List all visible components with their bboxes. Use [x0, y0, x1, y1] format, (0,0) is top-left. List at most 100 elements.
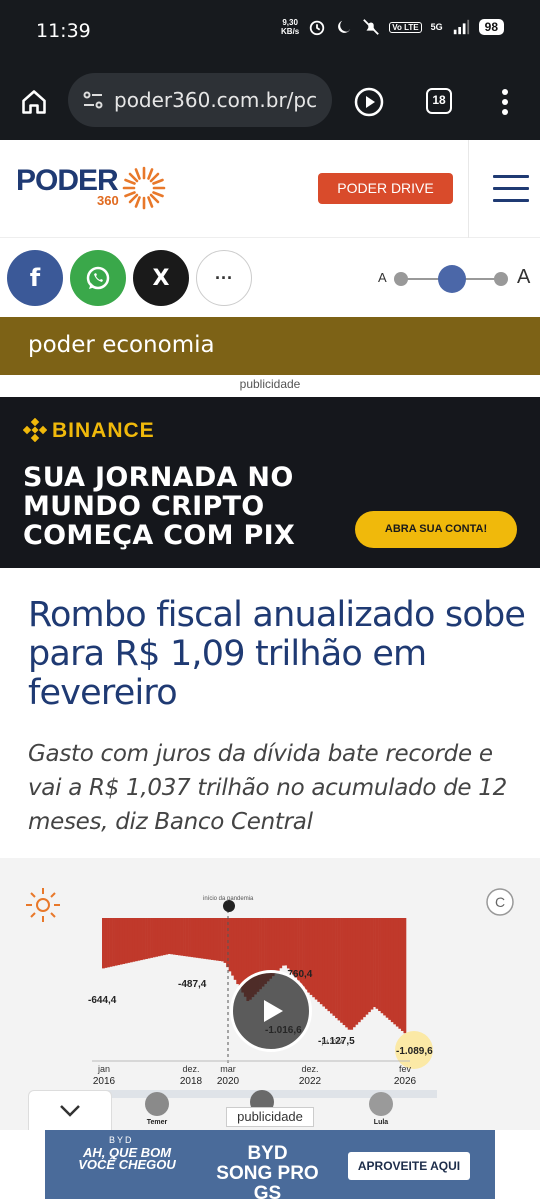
chart-bar — [195, 918, 199, 958]
site-header: PODER 360 PODER DRIVE — [0, 140, 540, 238]
byd-logo: BYD — [109, 1135, 134, 1145]
chart-bar — [185, 918, 189, 957]
chart-bar — [398, 918, 402, 1029]
x-tick-year: 2016 — [93, 1076, 116, 1087]
chart-bar — [393, 918, 397, 1025]
status-icons: 9,30 KB/s Vo LTE 5G 98 — [281, 18, 504, 36]
president-label-lula: Lula — [374, 1119, 388, 1126]
menu-icon[interactable] — [493, 175, 529, 205]
chart-bar — [355, 918, 359, 1025]
status-bar: 11:39 9,30 KB/s Vo LTE 5G 98 — [0, 0, 540, 64]
chart-bar — [183, 918, 186, 957]
chart-bar — [190, 918, 194, 958]
home-icon[interactable] — [20, 88, 48, 116]
x-tick-year: 2018 — [180, 1076, 203, 1087]
chart-bar — [180, 918, 184, 956]
chart-bar — [140, 918, 143, 961]
president-label-temer: Temer — [147, 1119, 168, 1126]
copyright-icon: C — [486, 888, 514, 916]
chart-bar — [129, 918, 133, 963]
slider-thumb[interactable] — [438, 265, 466, 293]
x-tick-month: fev — [399, 1064, 412, 1074]
font-small-label: A — [378, 270, 387, 285]
chart-bar — [104, 918, 108, 968]
collapse-ad-button[interactable] — [28, 1090, 112, 1130]
chart-bar — [157, 918, 161, 957]
section-title[interactable]: poder economia — [0, 317, 540, 375]
chart-bar — [134, 918, 138, 962]
url-text: poder360.com.br/pc — [114, 88, 318, 112]
chart-bar — [395, 918, 399, 1027]
chart-bar — [327, 918, 331, 1012]
font-size-slider[interactable]: A A — [378, 264, 538, 294]
network-type: 5G — [430, 22, 443, 32]
chart-bar — [117, 918, 121, 966]
x-tick-year: 2026 — [394, 1076, 417, 1087]
whatsapp-share-button[interactable] — [70, 250, 126, 306]
binance-ad[interactable]: BINANCE SUA JORNADA NO MUNDO CRIPTO COME… — [0, 397, 540, 568]
chart-bar — [317, 918, 321, 1002]
chart-bar — [314, 918, 318, 1000]
x-tick-month: dez. — [301, 1064, 318, 1074]
x-share-button[interactable]: X — [133, 250, 189, 306]
chart-bar — [223, 918, 227, 963]
chart-bar — [340, 918, 343, 1023]
chart-bar — [279, 918, 283, 969]
overflow-menu-icon[interactable] — [500, 88, 510, 116]
chart-bar — [137, 918, 141, 961]
status-time: 11:39 — [36, 20, 91, 42]
facebook-share-button[interactable]: f — [7, 250, 63, 306]
more-share-button[interactable]: ··· — [196, 250, 252, 306]
byd-ad[interactable]: BYD AH, QUE BOM VOCÊ CHEGOU BYD SONG PRO… — [45, 1130, 495, 1199]
more-icon: ··· — [215, 267, 233, 288]
article-subhead: Gasto com juros da dívida bate recorde e… — [28, 741, 507, 835]
chart-bar — [322, 918, 326, 1007]
chart-bar — [286, 918, 290, 969]
chart-bar — [112, 918, 115, 967]
chart-value-label: -487,4 — [178, 979, 207, 990]
address-bar[interactable]: poder360.com.br/pc — [68, 73, 332, 127]
bottom-ad-label: publicidade — [226, 1107, 314, 1127]
header-divider — [468, 140, 469, 238]
x-tick-month: dez. — [182, 1064, 199, 1074]
ad-label: publicidade — [239, 377, 301, 391]
chart-bar — [228, 918, 232, 972]
volte-badge: Vo LTE — [389, 21, 422, 33]
binance-cta-button[interactable]: ABRA SUA CONTA! — [355, 511, 517, 548]
chart-bar — [231, 918, 235, 976]
chart-bar — [188, 918, 191, 957]
site-logo-sub: 360 — [97, 193, 119, 208]
chart-bar — [281, 918, 285, 966]
chart-bar — [362, 918, 366, 1018]
chart-value-label: -1.089,6 — [396, 1046, 433, 1057]
byd-cta-button[interactable]: APROVEITE AQUI — [348, 1152, 470, 1180]
site-settings-icon[interactable] — [82, 89, 104, 111]
chart-bar — [289, 918, 293, 972]
chart-bar — [337, 918, 341, 1021]
video-play-button[interactable] — [230, 970, 312, 1052]
slider-stop-max — [494, 272, 508, 286]
chart-bar — [312, 918, 316, 998]
chart-bar — [109, 918, 113, 967]
mute-icon — [363, 19, 380, 35]
chart-bar — [292, 918, 295, 975]
chart-bar — [335, 918, 338, 1019]
poder-drive-button[interactable]: PODER DRIVE — [318, 173, 453, 204]
chart-bar — [274, 918, 278, 974]
chart-bar — [165, 918, 169, 955]
x-tick-year: 2022 — [299, 1076, 322, 1087]
chart-bar — [319, 918, 323, 1005]
play-circle-icon[interactable] — [353, 86, 385, 118]
chart-bar — [203, 918, 207, 959]
chevron-down-icon — [60, 1105, 80, 1117]
chart-bar — [205, 918, 209, 960]
chart-bar — [400, 918, 404, 1031]
chart-bar — [122, 918, 126, 964]
chart-bar — [388, 918, 392, 1020]
tabs-counter[interactable]: 18 — [426, 88, 452, 114]
chart-bar — [210, 918, 214, 960]
chart-bar — [150, 918, 153, 958]
chart-bar — [309, 918, 313, 995]
chart-bar — [132, 918, 136, 962]
chart-bar — [365, 918, 369, 1015]
